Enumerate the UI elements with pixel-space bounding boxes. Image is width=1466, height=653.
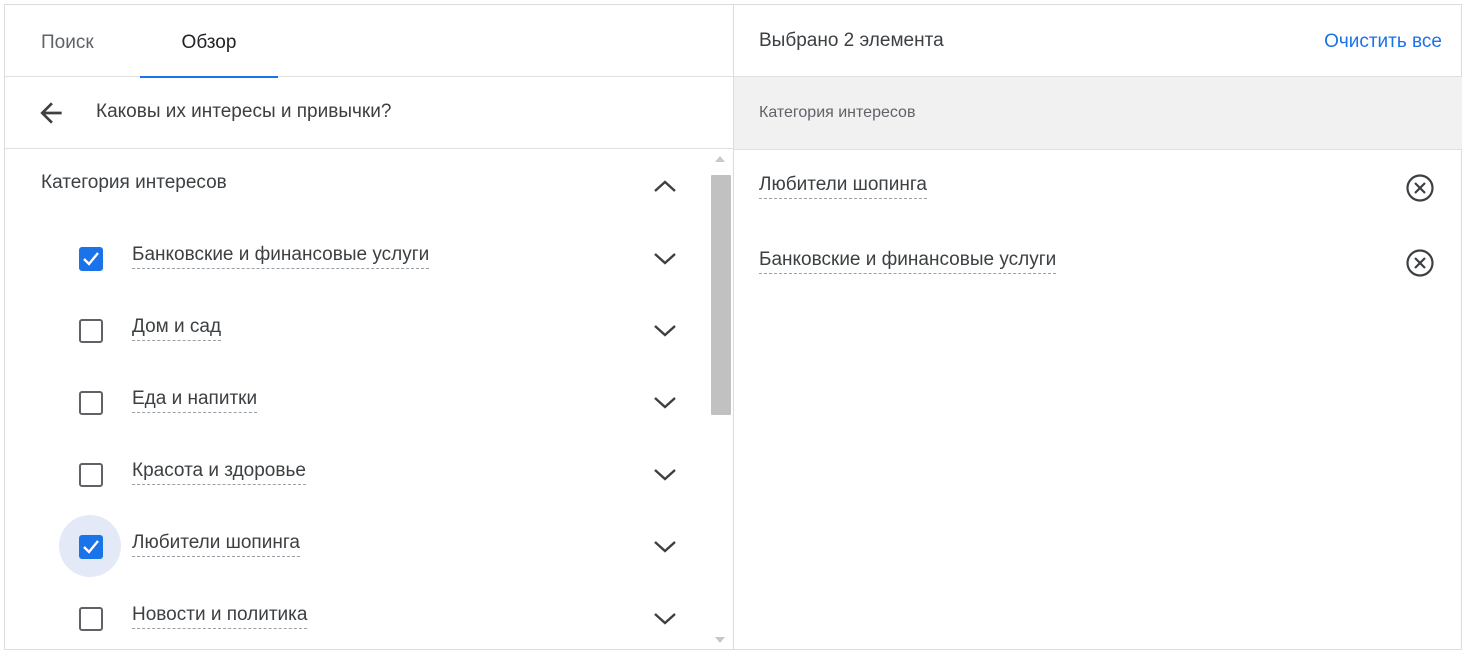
selection-group-header: Категория интересов <box>734 77 1462 150</box>
checkbox[interactable] <box>79 247 103 271</box>
tab-browse[interactable]: Обзор <box>140 5 278 78</box>
clear-all-button[interactable]: Очистить все <box>1324 5 1442 79</box>
checkbox[interactable] <box>79 607 103 631</box>
list-item: Банковские и финансовые услуги <box>5 222 705 294</box>
checkbox-container <box>59 443 121 505</box>
item-label[interactable]: Красота и здоровье <box>132 460 306 485</box>
audience-picker: Поиск Обзор Каковы их интересы и привычк… <box>4 4 1462 650</box>
remove-circle-icon[interactable] <box>1404 247 1436 279</box>
scrollbar[interactable] <box>711 150 731 649</box>
item-label[interactable]: Банковские и финансовые услуги <box>132 244 430 269</box>
selected-item-label: Банковские и финансовые услуги <box>759 249 1057 274</box>
checkbox[interactable] <box>79 391 103 415</box>
checkbox-focus-ring <box>59 515 121 577</box>
selected-count: Выбрано 2 элемента <box>759 30 944 51</box>
selected-item: Любители шопинга <box>734 150 1462 222</box>
item-label[interactable]: Еда и напитки <box>132 388 258 413</box>
checkbox-container <box>59 587 121 649</box>
check-icon <box>83 252 99 266</box>
scroll-down-arrow-icon[interactable] <box>715 637 725 643</box>
chevron-down-icon[interactable] <box>651 606 679 630</box>
selected-item-label: Любители шопинга <box>759 174 927 199</box>
browse-panel: Поиск Обзор Каковы их интересы и привычк… <box>5 5 734 649</box>
checkbox-container <box>59 299 121 361</box>
browse-header: Каковы их интересы и привычки? <box>5 77 733 149</box>
tab-search[interactable]: Поиск <box>41 5 94 77</box>
chevron-down-icon[interactable] <box>651 534 679 558</box>
checkbox[interactable] <box>79 319 103 343</box>
chevron-down-icon[interactable] <box>651 246 679 270</box>
checkbox[interactable] <box>79 463 103 487</box>
list-item: Дом и сад <box>5 294 705 366</box>
scroll-up-arrow-icon[interactable] <box>715 156 725 162</box>
selected-item: Банковские и финансовые услуги <box>734 225 1462 297</box>
list-item: Еда и напитки <box>5 366 705 438</box>
list-item: Красота и здоровье <box>5 438 705 510</box>
chevron-down-icon[interactable] <box>651 318 679 342</box>
chevron-down-icon[interactable] <box>651 390 679 414</box>
category-list: Категория интересов Банковские и финансо… <box>5 150 733 649</box>
list-item: Любители шопинга <box>5 510 705 582</box>
list-item: Новости и политика <box>5 582 705 649</box>
remove-circle-icon[interactable] <box>1404 172 1436 204</box>
arrow-back-icon[interactable] <box>35 97 67 129</box>
selection-header: Выбрано 2 элемента Очистить все <box>734 5 1462 77</box>
chevron-up-icon[interactable] <box>651 174 679 198</box>
scrollbar-thumb[interactable] <box>711 175 731 415</box>
item-label[interactable]: Любители шопинга <box>132 532 300 557</box>
category-header-label: Категория интересов <box>41 172 227 193</box>
selection-group-label: Категория интересов <box>759 104 916 121</box>
chevron-down-icon[interactable] <box>651 462 679 486</box>
item-label[interactable]: Новости и политика <box>132 604 308 629</box>
checkbox-container <box>59 227 121 289</box>
selection-panel: Выбрано 2 элемента Очистить все Категори… <box>734 5 1462 649</box>
item-label[interactable]: Дом и сад <box>132 316 222 341</box>
checkbox[interactable] <box>79 535 103 559</box>
browse-question-title: Каковы их интересы и привычки? <box>96 101 392 122</box>
checkbox-container <box>59 371 121 433</box>
tab-bar: Поиск Обзор <box>5 5 733 78</box>
check-icon <box>83 540 99 554</box>
tab-browse-label: Обзор <box>181 32 237 53</box>
